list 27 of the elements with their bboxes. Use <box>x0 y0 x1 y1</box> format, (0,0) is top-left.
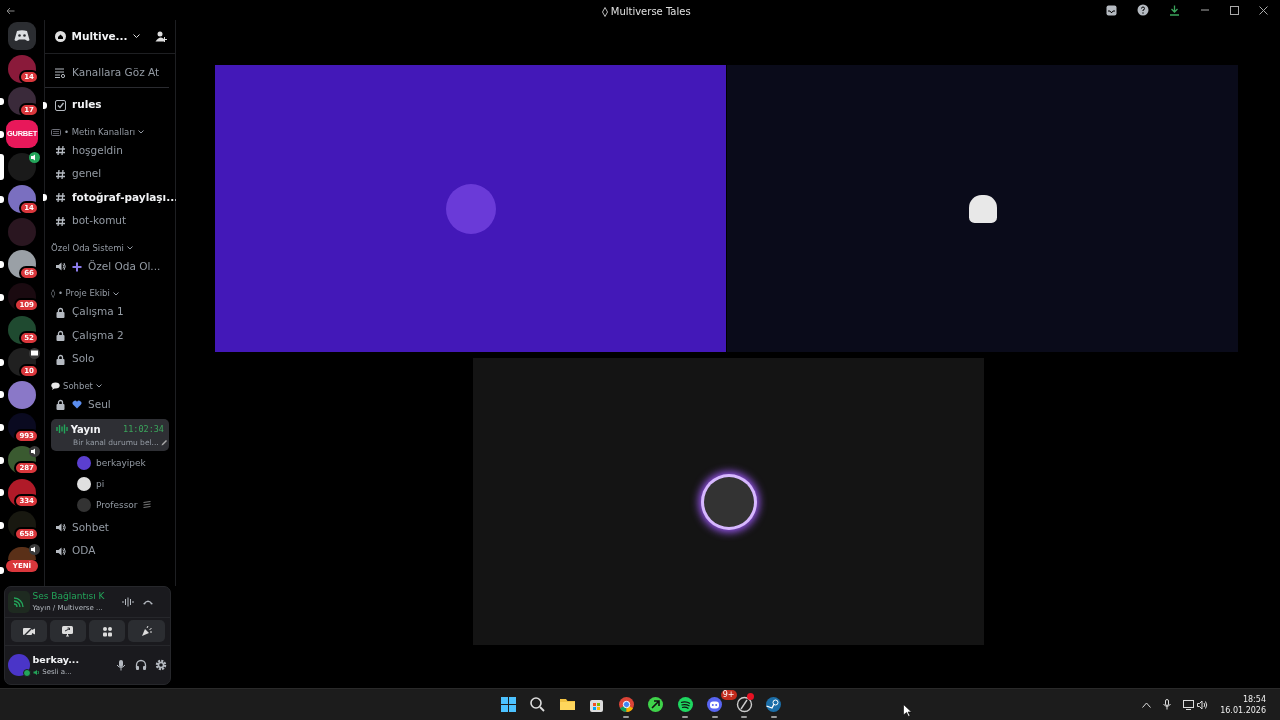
clock-time[interactable]: 18:54 <box>1242 693 1266 705</box>
voice-channel[interactable]: Seul <box>88 396 111 413</box>
username[interactable]: pi <box>96 477 105 491</box>
text-channel[interactable]: genel <box>72 166 102 183</box>
voice-channel[interactable]: Solo <box>72 351 95 368</box>
category-label[interactable]: Özel Oda Sistemi <box>51 241 124 255</box>
window-title: Multiverse Tales <box>610 5 691 19</box>
voice-channel[interactable]: ODA <box>72 543 96 559</box>
text-channel[interactable]: rules <box>72 97 102 114</box>
voice-channel[interactable]: Özel Oda Ol... <box>88 258 161 275</box>
text-channel[interactable]: hoşgeldin <box>72 142 123 159</box>
connection-status: Ses Bağlantısı K <box>32 589 106 603</box>
clock-date[interactable]: 16.01.2026 <box>1220 704 1266 716</box>
username: berkay... <box>32 652 79 667</box>
voice-channel[interactable]: Çalışma 1 <box>72 304 124 321</box>
category-label[interactable]: Sohbet <box>63 379 93 393</box>
text-channel[interactable]: bot-komut <box>72 213 127 230</box>
voice-channel[interactable]: Çalışma 2 <box>72 327 124 344</box>
username[interactable]: Professor <box>96 498 138 512</box>
notification-badge: 9+ <box>720 689 737 700</box>
call-timer: 11:02:34 <box>123 422 164 436</box>
username[interactable]: berkayipek <box>96 456 146 470</box>
browse-channels-link[interactable]: Kanallara Göz At <box>72 65 160 81</box>
category-label[interactable]: ◊ • Proje Ekibi <box>51 287 110 300</box>
voice-channel[interactable]: Sohbet <box>72 519 109 536</box>
category-label[interactable]: • Metin Kanalları <box>64 125 136 139</box>
server-header[interactable]: Multive... <box>45 20 175 54</box>
